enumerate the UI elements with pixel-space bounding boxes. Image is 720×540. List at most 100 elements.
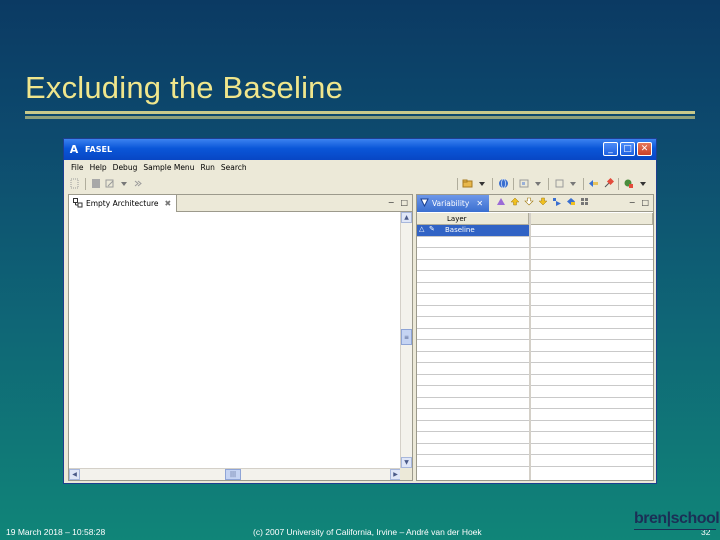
table-row [417, 317, 529, 329]
arrow-down-icon[interactable] [523, 197, 534, 208]
editor-tabbar: Empty Architecture ✖ − □ [69, 195, 412, 212]
slide-title: Excluding the Baseline [25, 70, 344, 105]
outline-icon[interactable] [517, 177, 531, 190]
window-title: FASEL [85, 145, 113, 154]
menu-debug[interactable]: Debug [110, 163, 141, 172]
maximize-button[interactable]: □ [620, 142, 635, 156]
scroll-left-icon[interactable]: ◀ [69, 469, 80, 480]
value-column [531, 213, 653, 467]
close-tab-icon[interactable]: ✖ [164, 199, 171, 208]
sync-icon[interactable] [552, 177, 566, 190]
table-row [531, 398, 653, 409]
menu-run[interactable]: Run [197, 163, 217, 172]
table-row [417, 294, 529, 306]
table-row [417, 398, 529, 409]
scroll-down-icon[interactable]: ▼ [401, 457, 412, 468]
table-row [531, 444, 653, 455]
save-icon[interactable] [89, 177, 103, 190]
toolbar-separator [583, 177, 584, 190]
menu-help[interactable]: Help [87, 163, 110, 172]
table-row [531, 294, 653, 306]
step-down-icon[interactable] [551, 197, 562, 208]
diamond-icon[interactable] [565, 197, 576, 208]
table-row [417, 260, 529, 271]
column-header-blank[interactable] [531, 213, 653, 225]
menubar: File Help Debug Sample Menu Run Search [64, 160, 656, 174]
arrow-down-filled-icon[interactable] [537, 197, 548, 208]
toolbar-separator [548, 177, 549, 190]
close-tab-icon[interactable]: ✕ [476, 199, 483, 208]
table-row [531, 237, 653, 248]
arrow-up-icon[interactable] [509, 197, 520, 208]
toolbar-separator [492, 177, 493, 190]
scroll-thumb[interactable]: ≡ [401, 329, 412, 345]
table-row [417, 306, 529, 317]
variability-tabbar: Variability ✕ − □ [417, 195, 653, 212]
maximize-view-icon[interactable]: □ [641, 198, 649, 207]
table-row [417, 432, 529, 444]
variability-icon [420, 198, 429, 209]
table-row [531, 386, 653, 398]
pin-icon[interactable] [601, 177, 615, 190]
table-row [417, 329, 529, 340]
table-row [531, 352, 653, 363]
menu-sample-menu[interactable]: Sample Menu [140, 163, 197, 172]
layer-name: Baseline [445, 226, 475, 234]
tab-variability[interactable]: Variability ✕ [417, 195, 489, 212]
table-row [531, 283, 653, 294]
eclipse-window: A FASEL _ □ ✕ File Help Debug Sample Men… [63, 138, 657, 484]
minimize-button[interactable]: _ [603, 142, 618, 156]
layer-column: Layer △ ✎ Baseline [417, 213, 529, 467]
vertical-scrollbar[interactable]: ▲ ≡ ▼ [400, 212, 412, 468]
footer-date: 19 March 2018 – 10:58:28 [6, 527, 106, 537]
menu-search[interactable]: Search [218, 163, 250, 172]
toolbar-separator [85, 177, 86, 190]
dropdown-arrow-icon[interactable] [531, 177, 545, 190]
grid-icon[interactable] [579, 197, 590, 208]
triangle-up-icon[interactable] [495, 197, 506, 208]
dropdown-arrow-icon[interactable] [636, 177, 650, 190]
globe-icon[interactable] [496, 177, 510, 190]
minimize-view-icon[interactable]: − [629, 198, 636, 207]
table-row [417, 375, 529, 386]
close-button[interactable]: ✕ [637, 142, 652, 156]
scroll-thumb[interactable]: ||| [225, 469, 241, 480]
dropdown-arrow-icon[interactable] [566, 177, 580, 190]
table-row [417, 421, 529, 432]
table-row [531, 260, 653, 271]
open-folder-icon[interactable] [461, 177, 475, 190]
table-row [531, 271, 653, 283]
back-icon[interactable] [587, 177, 601, 190]
perspective-icon[interactable] [622, 177, 636, 190]
column-header-layer[interactable]: Layer [417, 213, 529, 225]
run-icon[interactable] [131, 177, 145, 190]
table-row [417, 283, 529, 294]
maximize-view-icon[interactable]: □ [400, 198, 408, 207]
dropdown-arrow-icon[interactable] [117, 177, 131, 190]
window-titlebar[interactable]: A FASEL _ □ ✕ [64, 139, 656, 160]
tab-empty-architecture[interactable]: Empty Architecture ✖ [69, 195, 177, 212]
menu-file[interactable]: File [68, 163, 87, 172]
table-row [531, 455, 653, 467]
architecture-icon [73, 197, 83, 210]
variability-view: Variability ✕ − □ Layer △ ✎ Baseline [416, 194, 654, 481]
minimize-view-icon[interactable]: − [388, 198, 395, 207]
horizontal-scrollbar[interactable]: ◀ ||| ▶ [69, 468, 401, 480]
table-row [531, 363, 653, 375]
toolbar-separator [513, 177, 514, 190]
scroll-up-icon[interactable]: ▲ [401, 212, 412, 223]
table-row [531, 409, 653, 421]
tab-label: Empty Architecture [86, 199, 159, 208]
scroll-corner [400, 468, 412, 480]
table-row [531, 248, 653, 260]
table-row [417, 352, 529, 363]
edit-icon[interactable] [103, 177, 117, 190]
new-icon[interactable] [68, 177, 82, 190]
editor-pane[interactable]: Empty Architecture ✖ − □ ▲ ≡ ▼ ◀ ||| ▶ [68, 194, 413, 481]
table-row [417, 363, 529, 375]
toolbar-separator [457, 177, 458, 190]
table-row [417, 237, 529, 248]
dropdown-arrow-icon[interactable] [475, 177, 489, 190]
table-row[interactable]: △ ✎ Baseline [417, 225, 529, 237]
exclude-icon[interactable]: ✎ [429, 225, 435, 233]
